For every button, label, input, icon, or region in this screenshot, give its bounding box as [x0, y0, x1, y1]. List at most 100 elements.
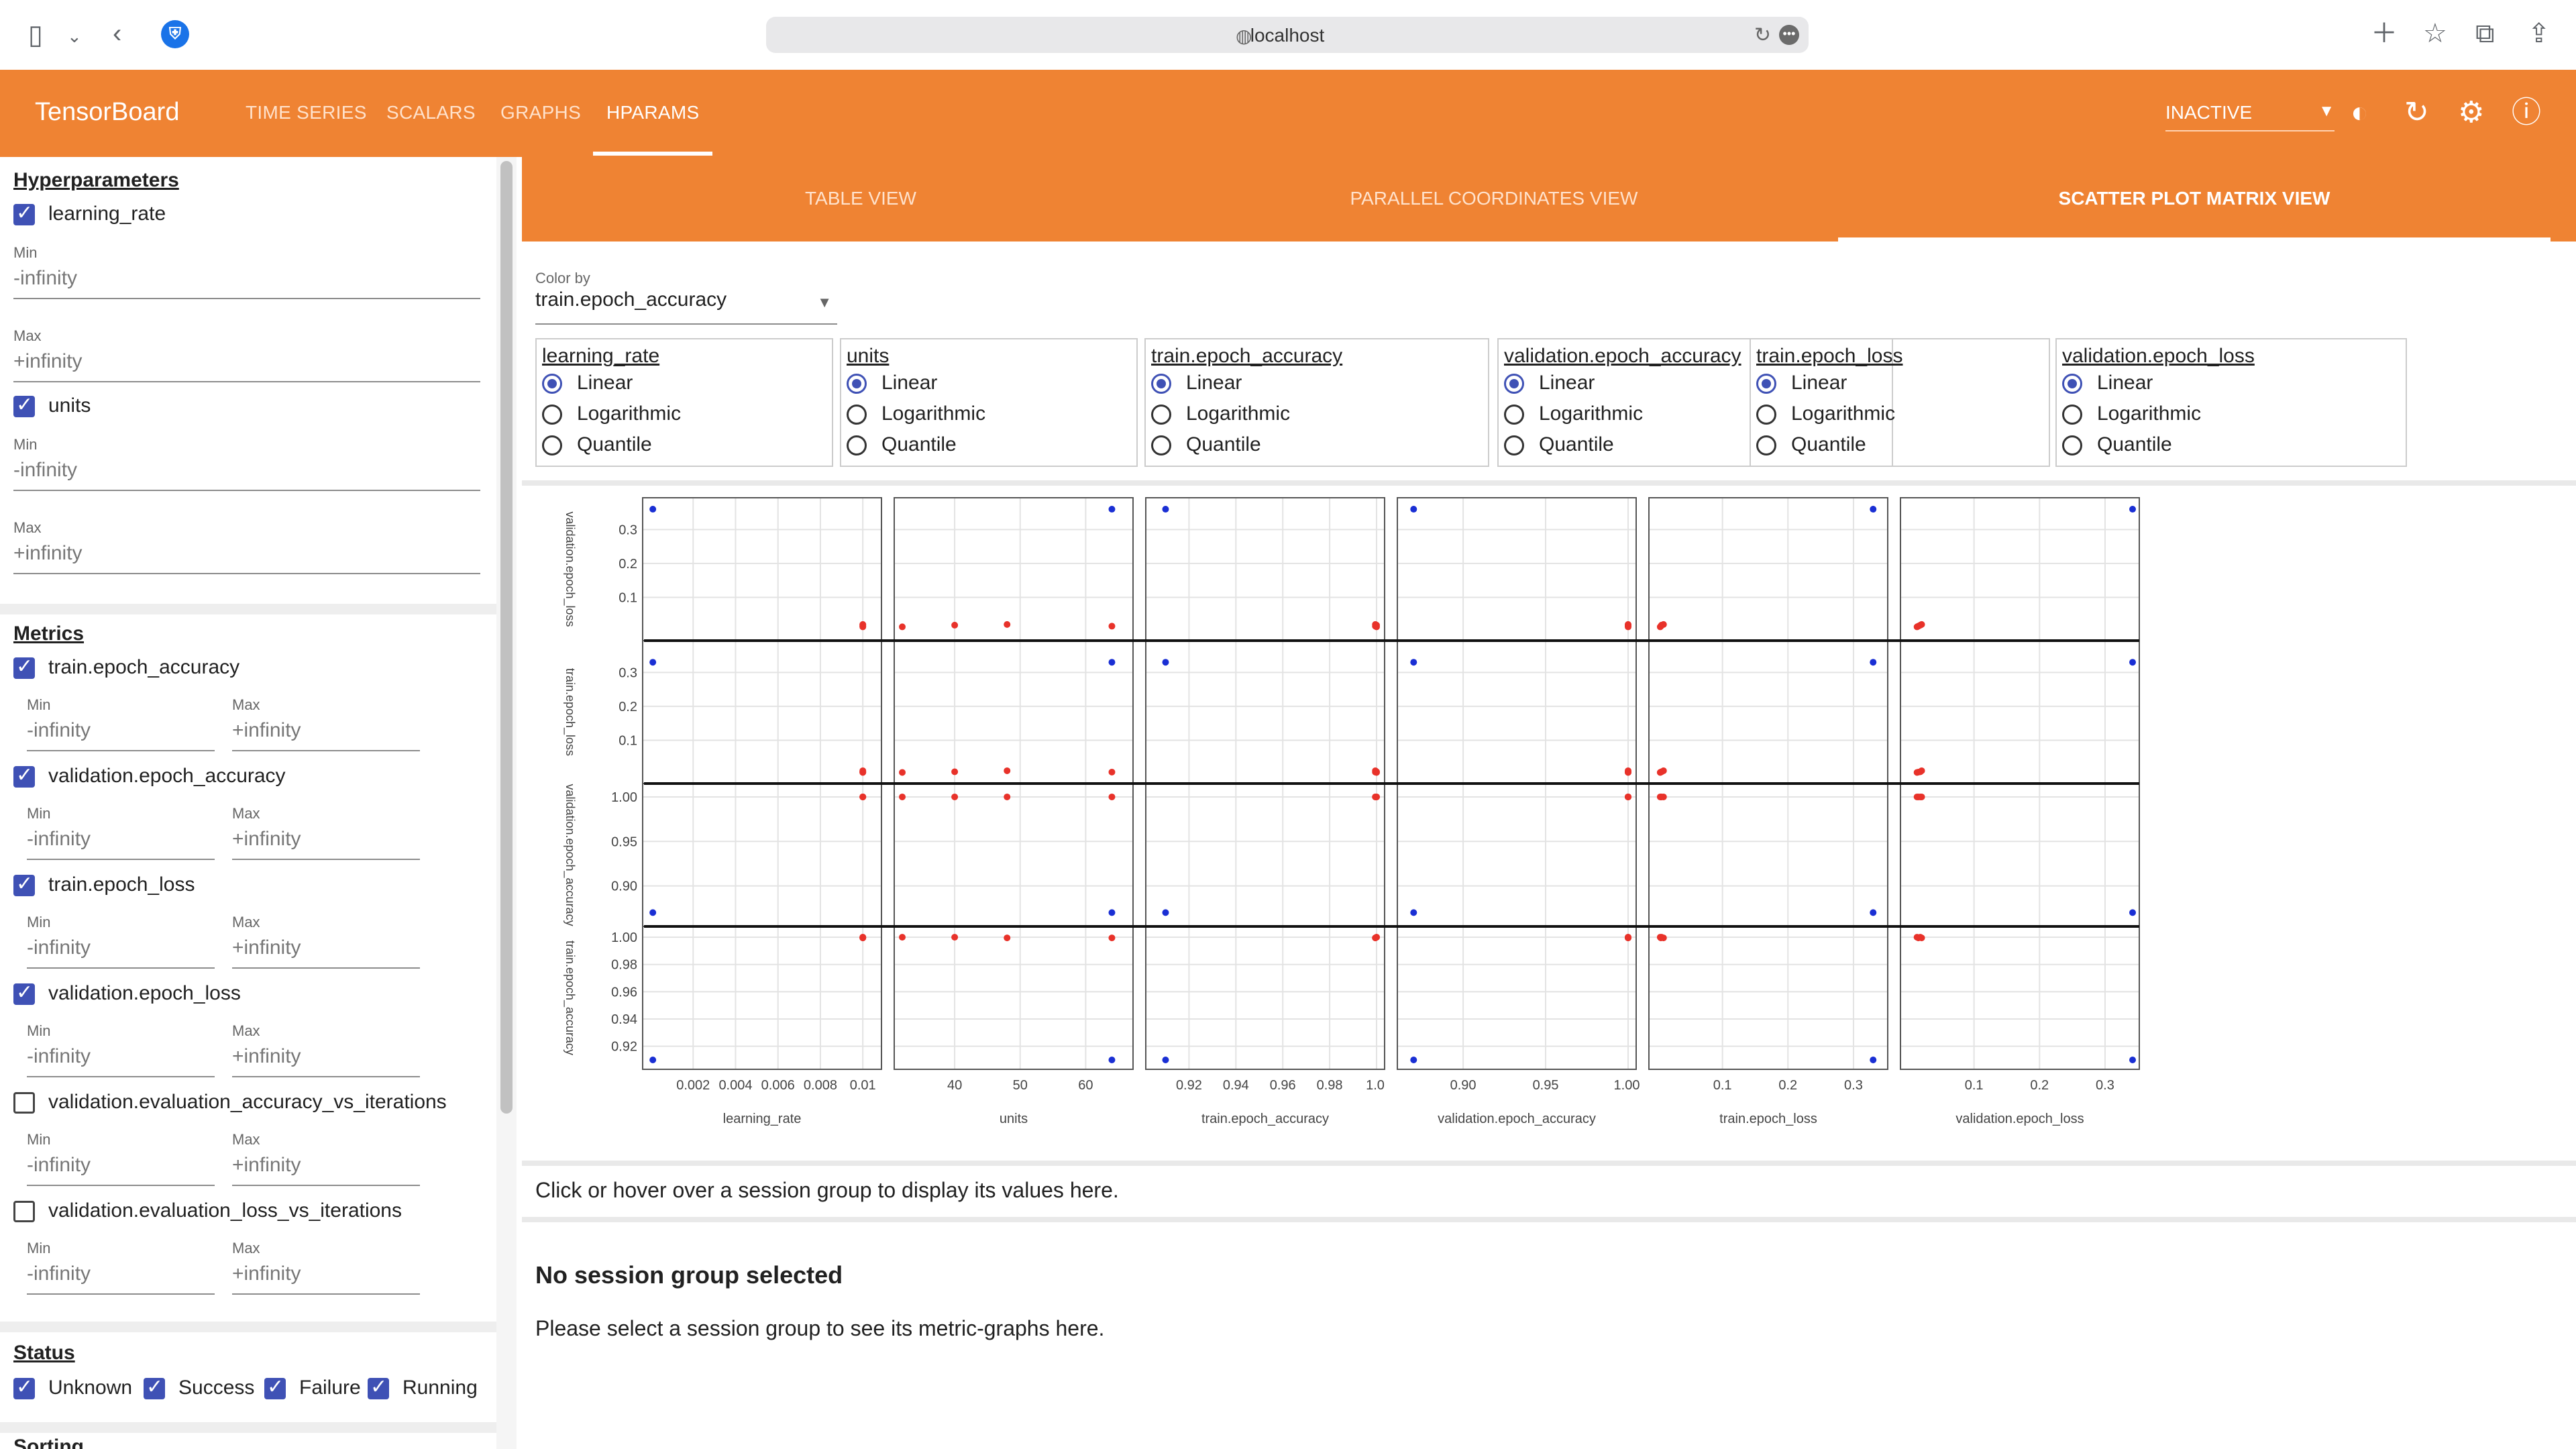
tab-table-view[interactable]: TABLE VIEW [522, 188, 1199, 209]
star-icon[interactable]: ☆ [2423, 20, 2447, 47]
more-icon[interactable]: ••• [1779, 25, 1799, 45]
scale-option-radio[interactable]: Quantile [2062, 433, 2172, 456]
scale-option-radio[interactable]: Linear [2062, 372, 2153, 394]
metric-max-field[interactable]: Max +infinity [232, 805, 420, 860]
metric-max-field[interactable]: Max +infinity [232, 1240, 420, 1295]
hparam-units-checkbox[interactable]: units [13, 393, 91, 418]
scale-option-radio[interactable]: Quantile [1756, 433, 1866, 456]
units-min-field[interactable]: Min -infinity [13, 436, 480, 491]
radio-unselected-icon[interactable] [847, 435, 867, 456]
radio-unselected-icon[interactable] [542, 405, 562, 425]
radio-selected-icon[interactable] [2062, 374, 2082, 394]
radio-unselected-icon[interactable] [542, 435, 562, 456]
chevron-down-icon[interactable]: ⌄ [67, 23, 82, 50]
scale-option-radio[interactable]: Linear [1504, 372, 1595, 394]
tab-parallel-coordinates-view[interactable]: PARALLEL COORDINATES VIEW [1155, 188, 1833, 209]
settings-gear-icon[interactable]: ⚙ [2458, 97, 2484, 129]
radio-unselected-icon[interactable] [1151, 405, 1171, 425]
metric-checkbox[interactable]: validation.epoch_loss [13, 981, 241, 1006]
scale-option-radio[interactable]: Logarithmic [1756, 402, 1895, 425]
tabs-icon[interactable]: ⧉ [2475, 20, 2495, 47]
scale-option-radio[interactable]: Logarithmic [1151, 402, 1290, 425]
radio-selected-icon[interactable] [542, 374, 562, 394]
scale-option-radio[interactable]: Linear [1151, 372, 1242, 394]
help-icon[interactable]: ⓘ [2512, 97, 2541, 129]
scale-option-radio[interactable]: Logarithmic [1504, 402, 1643, 425]
nav-time-series[interactable]: TIME SERIES [246, 102, 367, 123]
metric-checkbox[interactable]: validation.evaluation_accuracy_vs_iterat… [13, 1091, 447, 1114]
status-success-checkbox[interactable]: Success [144, 1375, 254, 1400]
radio-unselected-icon[interactable] [2062, 405, 2082, 425]
metric-min-field[interactable]: Min -infinity [27, 1131, 215, 1186]
metric-checkbox[interactable]: validation.epoch_accuracy [13, 763, 286, 788]
status-running-checkbox[interactable]: Running [368, 1375, 478, 1400]
checkbox-unchecked-icon[interactable] [13, 1201, 35, 1223]
checkbox-checked-icon[interactable] [13, 1375, 35, 1400]
checkbox-checked-icon[interactable] [13, 393, 35, 418]
nav-graphs[interactable]: GRAPHS [500, 102, 581, 123]
scatter-plot-matrix[interactable]: 0.002 0.004 0.006 0.008 0.01 learning_rate 40 5… [522, 492, 2199, 1334]
radio-selected-icon[interactable] [1756, 374, 1776, 394]
metric-min-field[interactable]: Min -infinity [27, 1240, 215, 1295]
radio-selected-icon[interactable] [1504, 374, 1524, 394]
metric-max-field[interactable]: Max +infinity [232, 1022, 420, 1077]
min-input[interactable]: -infinity [27, 828, 215, 860]
scale-option-radio[interactable]: Logarithmic [542, 402, 681, 425]
max-input[interactable]: +infinity [13, 350, 480, 382]
scale-option-radio[interactable]: Linear [847, 372, 937, 394]
min-input[interactable]: -infinity [27, 1263, 215, 1295]
checkbox-checked-icon[interactable] [144, 1375, 165, 1400]
min-input[interactable]: -infinity [13, 459, 480, 491]
metric-min-field[interactable]: Min -infinity [27, 696, 215, 751]
checkbox-checked-icon[interactable] [13, 655, 35, 680]
scale-option-radio[interactable]: Logarithmic [2062, 402, 2201, 425]
radio-unselected-icon[interactable] [1151, 435, 1171, 456]
radio-unselected-icon[interactable] [1504, 435, 1524, 456]
status-failure-checkbox[interactable]: Failure [264, 1375, 361, 1400]
max-input[interactable]: +infinity [232, 719, 420, 751]
min-input[interactable]: -infinity [27, 1154, 215, 1186]
units-max-field[interactable]: Max +infinity [13, 519, 480, 574]
scale-option-radio[interactable]: Logarithmic [847, 402, 985, 425]
scale-option-radio[interactable]: Quantile [847, 433, 957, 456]
reload-icon[interactable]: ↻ [1754, 23, 1771, 47]
scale-option-radio[interactable]: Quantile [1504, 433, 1614, 456]
scale-option-radio[interactable]: Quantile [542, 433, 652, 456]
color-by-select[interactable]: train.epoch_accuracy ▼ [535, 288, 837, 325]
radio-selected-icon[interactable] [847, 374, 867, 394]
radio-unselected-icon[interactable] [2062, 435, 2082, 456]
min-input[interactable]: -infinity [27, 719, 215, 751]
metric-max-field[interactable]: Max +infinity [232, 1131, 420, 1186]
share-icon[interactable]: ⇪ [2528, 20, 2551, 47]
radio-unselected-icon[interactable] [1756, 435, 1776, 456]
max-input[interactable]: +infinity [232, 936, 420, 969]
scale-option-radio[interactable]: Quantile [1151, 433, 1261, 456]
radio-unselected-icon[interactable] [1756, 405, 1776, 425]
scale-option-radio[interactable]: Linear [1756, 372, 1847, 394]
min-input[interactable]: -infinity [13, 267, 480, 299]
metric-min-field[interactable]: Min -infinity [27, 805, 215, 860]
min-input[interactable]: -infinity [27, 936, 215, 969]
checkbox-checked-icon[interactable] [13, 201, 35, 226]
checkbox-checked-icon[interactable] [264, 1375, 286, 1400]
sidebar-scrollbar-thumb[interactable] [500, 161, 513, 1114]
max-input[interactable]: +infinity [232, 828, 420, 860]
nav-hparams[interactable]: HPARAMS [606, 102, 700, 123]
metric-max-field[interactable]: Max +infinity [232, 696, 420, 751]
max-input[interactable]: +infinity [232, 1263, 420, 1295]
metric-checkbox[interactable]: validation.evaluation_loss_vs_iterations [13, 1199, 402, 1223]
sidebar-icon[interactable]: ▯ [28, 21, 43, 48]
learning-rate-min-field[interactable]: Min -infinity [13, 244, 480, 299]
bitwarden-icon[interactable]: ⛨ [161, 20, 189, 48]
max-input[interactable]: +infinity [232, 1154, 420, 1186]
checkbox-checked-icon[interactable] [13, 981, 35, 1006]
theme-toggle-icon[interactable]: ◐ [2351, 97, 2369, 129]
run-state-select[interactable]: INACTIVE ▼ [2165, 98, 2334, 131]
refresh-icon[interactable]: ↻ [2404, 97, 2429, 129]
nav-scalars[interactable]: SCALARS [386, 102, 476, 123]
metric-min-field[interactable]: Min -infinity [27, 914, 215, 969]
back-icon[interactable]: ‹ [113, 20, 121, 47]
status-unknown-checkbox[interactable]: Unknown [13, 1375, 132, 1400]
new-tab-icon[interactable]: ＋ [2371, 20, 2398, 47]
metric-checkbox[interactable]: train.epoch_accuracy [13, 655, 239, 680]
